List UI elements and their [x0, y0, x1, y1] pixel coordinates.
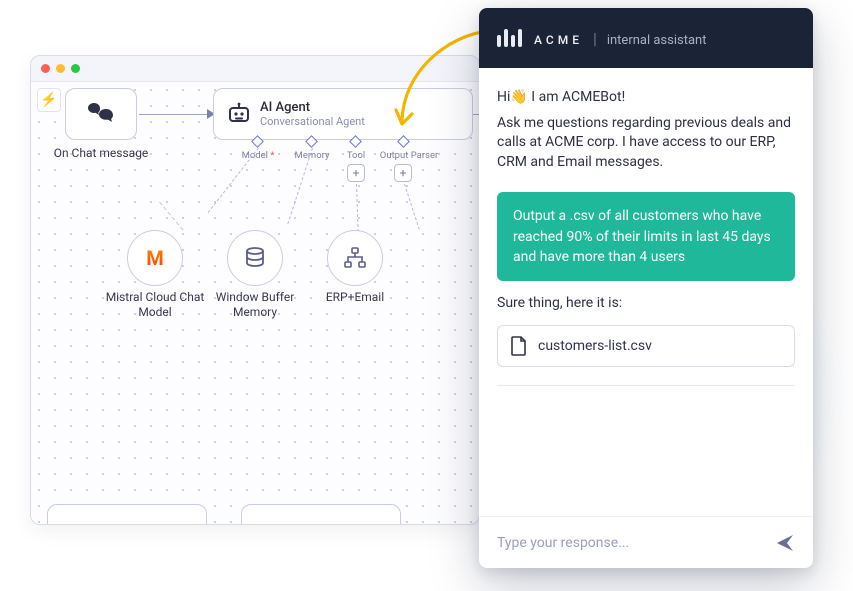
add-parser-button[interactable]: +	[394, 164, 412, 182]
workflow-editor-window: ⚡ On Chat message AI Agent Conversationa…	[30, 55, 480, 525]
connector-dashed	[404, 184, 420, 230]
bot-greeting: Hi👋 I am ACMEBot! Ask me questions regar…	[497, 88, 795, 178]
user-message: Output a .csv of all customers who have …	[497, 192, 795, 281]
chat-body[interactable]: Hi👋 I am ACMEBot! Ask me questions regar…	[479, 68, 813, 516]
chat-brand-sub: internal assistant	[607, 33, 707, 48]
connector-dashed	[356, 184, 359, 232]
node-erp-email[interactable]	[327, 230, 383, 286]
workflow-canvas[interactable]: ⚡ On Chat message AI Agent Conversationa…	[31, 82, 479, 524]
window-close-dot[interactable]	[41, 64, 50, 73]
chat-bubbles-icon	[86, 101, 116, 127]
bot-greeting-line2: Ask me questions regarding previous deal…	[497, 114, 795, 173]
canvas-toolbar-button[interactable]: ⚡	[37, 88, 61, 112]
node-erp-email-label: ERP+Email	[305, 290, 405, 305]
node-ai-agent-subtitle: Conversational Agent	[260, 115, 365, 128]
node-ai-agent-text: AI Agent Conversational Agent	[260, 100, 365, 128]
chat-panel: ACME | internal assistant Hi👋 I am ACMEB…	[479, 8, 813, 568]
connector	[139, 114, 211, 115]
port-model-label: Model	[242, 150, 275, 161]
file-name: customers-list.csv	[538, 338, 652, 354]
port-memory-label: Memory	[295, 150, 330, 161]
acme-logo-icon	[497, 29, 522, 47]
node-mistral-label: Mistral Cloud Chat Model	[105, 290, 205, 320]
node-partial[interactable]	[241, 504, 401, 525]
chat-brand-name: ACME	[534, 33, 583, 47]
sitemap-icon	[344, 247, 366, 269]
window-minimize-dot[interactable]	[56, 64, 65, 73]
node-ai-agent-title: AI Agent	[260, 100, 365, 115]
chat-input-placeholder: Type your response...	[497, 535, 629, 551]
window-titlebar	[31, 56, 479, 82]
database-icon	[243, 246, 267, 270]
port-tool-label: Tool	[347, 150, 365, 161]
file-attachment[interactable]: customers-list.csv	[497, 325, 795, 367]
file-icon	[510, 336, 528, 356]
node-memory[interactable]	[227, 230, 283, 286]
window-zoom-dot[interactable]	[71, 64, 80, 73]
node-partial[interactable]	[47, 504, 207, 525]
node-memory-label: Window Buffer Memory	[205, 290, 305, 320]
port-parser-label: Output Parser	[380, 150, 438, 161]
node-chat-trigger-label: On Chat message	[51, 146, 151, 160]
bot-greeting-line1: Hi👋 I am ACMEBot!	[497, 88, 795, 108]
mistral-icon: M	[146, 246, 164, 270]
chat-header: ACME | internal assistant	[479, 8, 813, 68]
divider	[497, 385, 795, 386]
robot-icon	[226, 102, 252, 126]
connector-dashed	[159, 202, 183, 230]
connector-dashed	[208, 148, 259, 213]
chat-input-row[interactable]: Type your response...	[479, 516, 813, 568]
node-chat-trigger[interactable]	[65, 88, 137, 140]
node-mistral[interactable]: M	[127, 230, 183, 286]
node-ai-agent[interactable]: AI Agent Conversational Agent	[213, 88, 473, 140]
bot-reply: Sure thing, here it is:	[497, 295, 795, 311]
bolt-icon: ⚡	[40, 93, 57, 107]
send-icon[interactable]	[775, 533, 795, 553]
chat-brand: ACME | internal assistant	[534, 29, 706, 48]
add-tool-button[interactable]: +	[347, 164, 365, 182]
